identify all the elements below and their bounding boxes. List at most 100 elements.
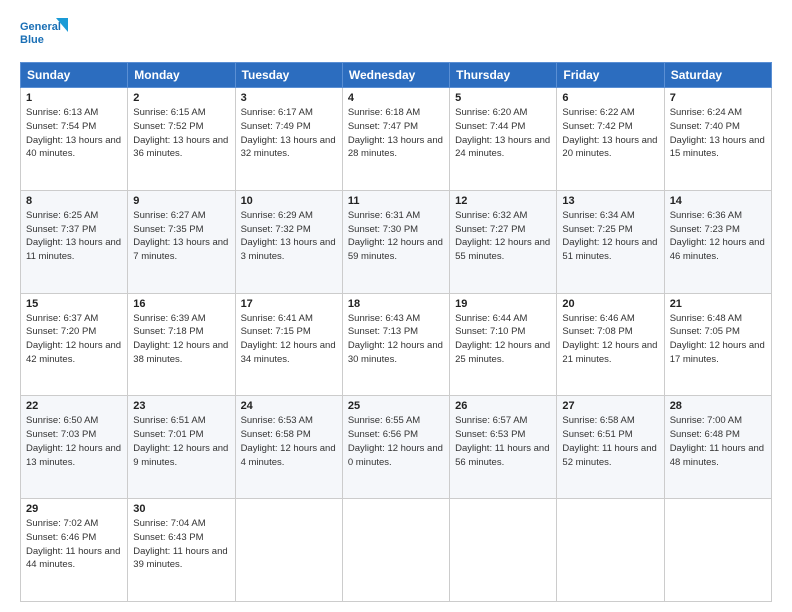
calendar-cell: 21 Sunrise: 6:48 AMSunset: 7:05 PMDaylig… bbox=[664, 293, 771, 396]
day-info: Sunrise: 6:57 AMSunset: 6:53 PMDaylight:… bbox=[455, 415, 549, 467]
calendar-cell: 5 Sunrise: 6:20 AMSunset: 7:44 PMDayligh… bbox=[450, 88, 557, 191]
day-number: 19 bbox=[455, 298, 551, 310]
calendar-cell bbox=[450, 499, 557, 602]
day-info: Sunrise: 6:55 AMSunset: 6:56 PMDaylight:… bbox=[348, 415, 443, 467]
day-number: 26 bbox=[455, 400, 551, 412]
day-info: Sunrise: 6:34 AMSunset: 7:25 PMDaylight:… bbox=[562, 210, 657, 262]
calendar-cell: 11 Sunrise: 6:31 AMSunset: 7:30 PMDaylig… bbox=[342, 190, 449, 293]
day-info: Sunrise: 7:00 AMSunset: 6:48 PMDaylight:… bbox=[670, 415, 764, 467]
day-number: 20 bbox=[562, 298, 658, 310]
calendar-cell: 17 Sunrise: 6:41 AMSunset: 7:15 PMDaylig… bbox=[235, 293, 342, 396]
day-info: Sunrise: 6:25 AMSunset: 7:37 PMDaylight:… bbox=[26, 210, 121, 262]
calendar-week-row: 22 Sunrise: 6:50 AMSunset: 7:03 PMDaylig… bbox=[21, 396, 772, 499]
weekday-header-monday: Monday bbox=[128, 63, 235, 88]
day-info: Sunrise: 6:24 AMSunset: 7:40 PMDaylight:… bbox=[670, 107, 765, 159]
day-info: Sunrise: 6:43 AMSunset: 7:13 PMDaylight:… bbox=[348, 313, 443, 365]
day-info: Sunrise: 7:04 AMSunset: 6:43 PMDaylight:… bbox=[133, 518, 227, 570]
day-number: 6 bbox=[562, 92, 658, 104]
day-info: Sunrise: 6:58 AMSunset: 6:51 PMDaylight:… bbox=[562, 415, 656, 467]
day-number: 29 bbox=[26, 503, 122, 515]
day-number: 21 bbox=[670, 298, 766, 310]
day-number: 4 bbox=[348, 92, 444, 104]
day-info: Sunrise: 6:41 AMSunset: 7:15 PMDaylight:… bbox=[241, 313, 336, 365]
day-info: Sunrise: 7:02 AMSunset: 6:46 PMDaylight:… bbox=[26, 518, 120, 570]
calendar-page: General Blue SundayMondayTuesdayWednesda… bbox=[0, 0, 792, 612]
day-info: Sunrise: 6:48 AMSunset: 7:05 PMDaylight:… bbox=[670, 313, 765, 365]
calendar-cell: 15 Sunrise: 6:37 AMSunset: 7:20 PMDaylig… bbox=[21, 293, 128, 396]
day-info: Sunrise: 6:51 AMSunset: 7:01 PMDaylight:… bbox=[133, 415, 228, 467]
calendar-cell bbox=[342, 499, 449, 602]
day-number: 14 bbox=[670, 195, 766, 207]
logo-svg: General Blue bbox=[20, 16, 70, 54]
calendar-cell: 23 Sunrise: 6:51 AMSunset: 7:01 PMDaylig… bbox=[128, 396, 235, 499]
calendar-cell: 30 Sunrise: 7:04 AMSunset: 6:43 PMDaylig… bbox=[128, 499, 235, 602]
day-number: 1 bbox=[26, 92, 122, 104]
calendar-cell: 28 Sunrise: 7:00 AMSunset: 6:48 PMDaylig… bbox=[664, 396, 771, 499]
day-info: Sunrise: 6:32 AMSunset: 7:27 PMDaylight:… bbox=[455, 210, 550, 262]
calendar-cell: 22 Sunrise: 6:50 AMSunset: 7:03 PMDaylig… bbox=[21, 396, 128, 499]
day-info: Sunrise: 6:31 AMSunset: 7:30 PMDaylight:… bbox=[348, 210, 443, 262]
calendar-cell: 9 Sunrise: 6:27 AMSunset: 7:35 PMDayligh… bbox=[128, 190, 235, 293]
calendar-week-row: 1 Sunrise: 6:13 AMSunset: 7:54 PMDayligh… bbox=[21, 88, 772, 191]
day-info: Sunrise: 6:29 AMSunset: 7:32 PMDaylight:… bbox=[241, 210, 336, 262]
day-info: Sunrise: 6:22 AMSunset: 7:42 PMDaylight:… bbox=[562, 107, 657, 159]
calendar-week-row: 15 Sunrise: 6:37 AMSunset: 7:20 PMDaylig… bbox=[21, 293, 772, 396]
day-number: 5 bbox=[455, 92, 551, 104]
calendar-week-row: 8 Sunrise: 6:25 AMSunset: 7:37 PMDayligh… bbox=[21, 190, 772, 293]
weekday-header-friday: Friday bbox=[557, 63, 664, 88]
weekday-header-thursday: Thursday bbox=[450, 63, 557, 88]
day-number: 30 bbox=[133, 503, 229, 515]
calendar-table: SundayMondayTuesdayWednesdayThursdayFrid… bbox=[20, 62, 772, 602]
calendar-cell: 7 Sunrise: 6:24 AMSunset: 7:40 PMDayligh… bbox=[664, 88, 771, 191]
day-number: 23 bbox=[133, 400, 229, 412]
calendar-cell bbox=[557, 499, 664, 602]
calendar-cell: 13 Sunrise: 6:34 AMSunset: 7:25 PMDaylig… bbox=[557, 190, 664, 293]
logo: General Blue bbox=[20, 16, 70, 54]
calendar-body: 1 Sunrise: 6:13 AMSunset: 7:54 PMDayligh… bbox=[21, 88, 772, 602]
day-number: 18 bbox=[348, 298, 444, 310]
day-info: Sunrise: 6:20 AMSunset: 7:44 PMDaylight:… bbox=[455, 107, 550, 159]
weekday-header-sunday: Sunday bbox=[21, 63, 128, 88]
calendar-cell: 12 Sunrise: 6:32 AMSunset: 7:27 PMDaylig… bbox=[450, 190, 557, 293]
calendar-cell: 6 Sunrise: 6:22 AMSunset: 7:42 PMDayligh… bbox=[557, 88, 664, 191]
calendar-cell: 27 Sunrise: 6:58 AMSunset: 6:51 PMDaylig… bbox=[557, 396, 664, 499]
svg-text:General: General bbox=[20, 21, 61, 33]
day-number: 27 bbox=[562, 400, 658, 412]
day-number: 2 bbox=[133, 92, 229, 104]
day-info: Sunrise: 6:44 AMSunset: 7:10 PMDaylight:… bbox=[455, 313, 550, 365]
day-number: 24 bbox=[241, 400, 337, 412]
page-header: General Blue bbox=[20, 16, 772, 54]
day-number: 9 bbox=[133, 195, 229, 207]
day-number: 13 bbox=[562, 195, 658, 207]
day-number: 16 bbox=[133, 298, 229, 310]
calendar-cell: 19 Sunrise: 6:44 AMSunset: 7:10 PMDaylig… bbox=[450, 293, 557, 396]
calendar-cell bbox=[664, 499, 771, 602]
svg-text:Blue: Blue bbox=[20, 34, 44, 46]
day-info: Sunrise: 6:37 AMSunset: 7:20 PMDaylight:… bbox=[26, 313, 121, 365]
calendar-cell: 3 Sunrise: 6:17 AMSunset: 7:49 PMDayligh… bbox=[235, 88, 342, 191]
day-number: 3 bbox=[241, 92, 337, 104]
calendar-cell: 24 Sunrise: 6:53 AMSunset: 6:58 PMDaylig… bbox=[235, 396, 342, 499]
calendar-week-row: 29 Sunrise: 7:02 AMSunset: 6:46 PMDaylig… bbox=[21, 499, 772, 602]
calendar-cell: 25 Sunrise: 6:55 AMSunset: 6:56 PMDaylig… bbox=[342, 396, 449, 499]
day-info: Sunrise: 6:13 AMSunset: 7:54 PMDaylight:… bbox=[26, 107, 121, 159]
calendar-cell: 4 Sunrise: 6:18 AMSunset: 7:47 PMDayligh… bbox=[342, 88, 449, 191]
day-number: 12 bbox=[455, 195, 551, 207]
day-number: 25 bbox=[348, 400, 444, 412]
day-number: 8 bbox=[26, 195, 122, 207]
calendar-cell: 10 Sunrise: 6:29 AMSunset: 7:32 PMDaylig… bbox=[235, 190, 342, 293]
calendar-cell: 18 Sunrise: 6:43 AMSunset: 7:13 PMDaylig… bbox=[342, 293, 449, 396]
calendar-cell: 8 Sunrise: 6:25 AMSunset: 7:37 PMDayligh… bbox=[21, 190, 128, 293]
calendar-cell: 1 Sunrise: 6:13 AMSunset: 7:54 PMDayligh… bbox=[21, 88, 128, 191]
day-info: Sunrise: 6:27 AMSunset: 7:35 PMDaylight:… bbox=[133, 210, 228, 262]
calendar-cell: 2 Sunrise: 6:15 AMSunset: 7:52 PMDayligh… bbox=[128, 88, 235, 191]
day-number: 15 bbox=[26, 298, 122, 310]
day-number: 11 bbox=[348, 195, 444, 207]
day-info: Sunrise: 6:36 AMSunset: 7:23 PMDaylight:… bbox=[670, 210, 765, 262]
calendar-cell bbox=[235, 499, 342, 602]
day-info: Sunrise: 6:46 AMSunset: 7:08 PMDaylight:… bbox=[562, 313, 657, 365]
day-info: Sunrise: 6:50 AMSunset: 7:03 PMDaylight:… bbox=[26, 415, 121, 467]
day-number: 22 bbox=[26, 400, 122, 412]
day-info: Sunrise: 6:18 AMSunset: 7:47 PMDaylight:… bbox=[348, 107, 443, 159]
day-number: 17 bbox=[241, 298, 337, 310]
